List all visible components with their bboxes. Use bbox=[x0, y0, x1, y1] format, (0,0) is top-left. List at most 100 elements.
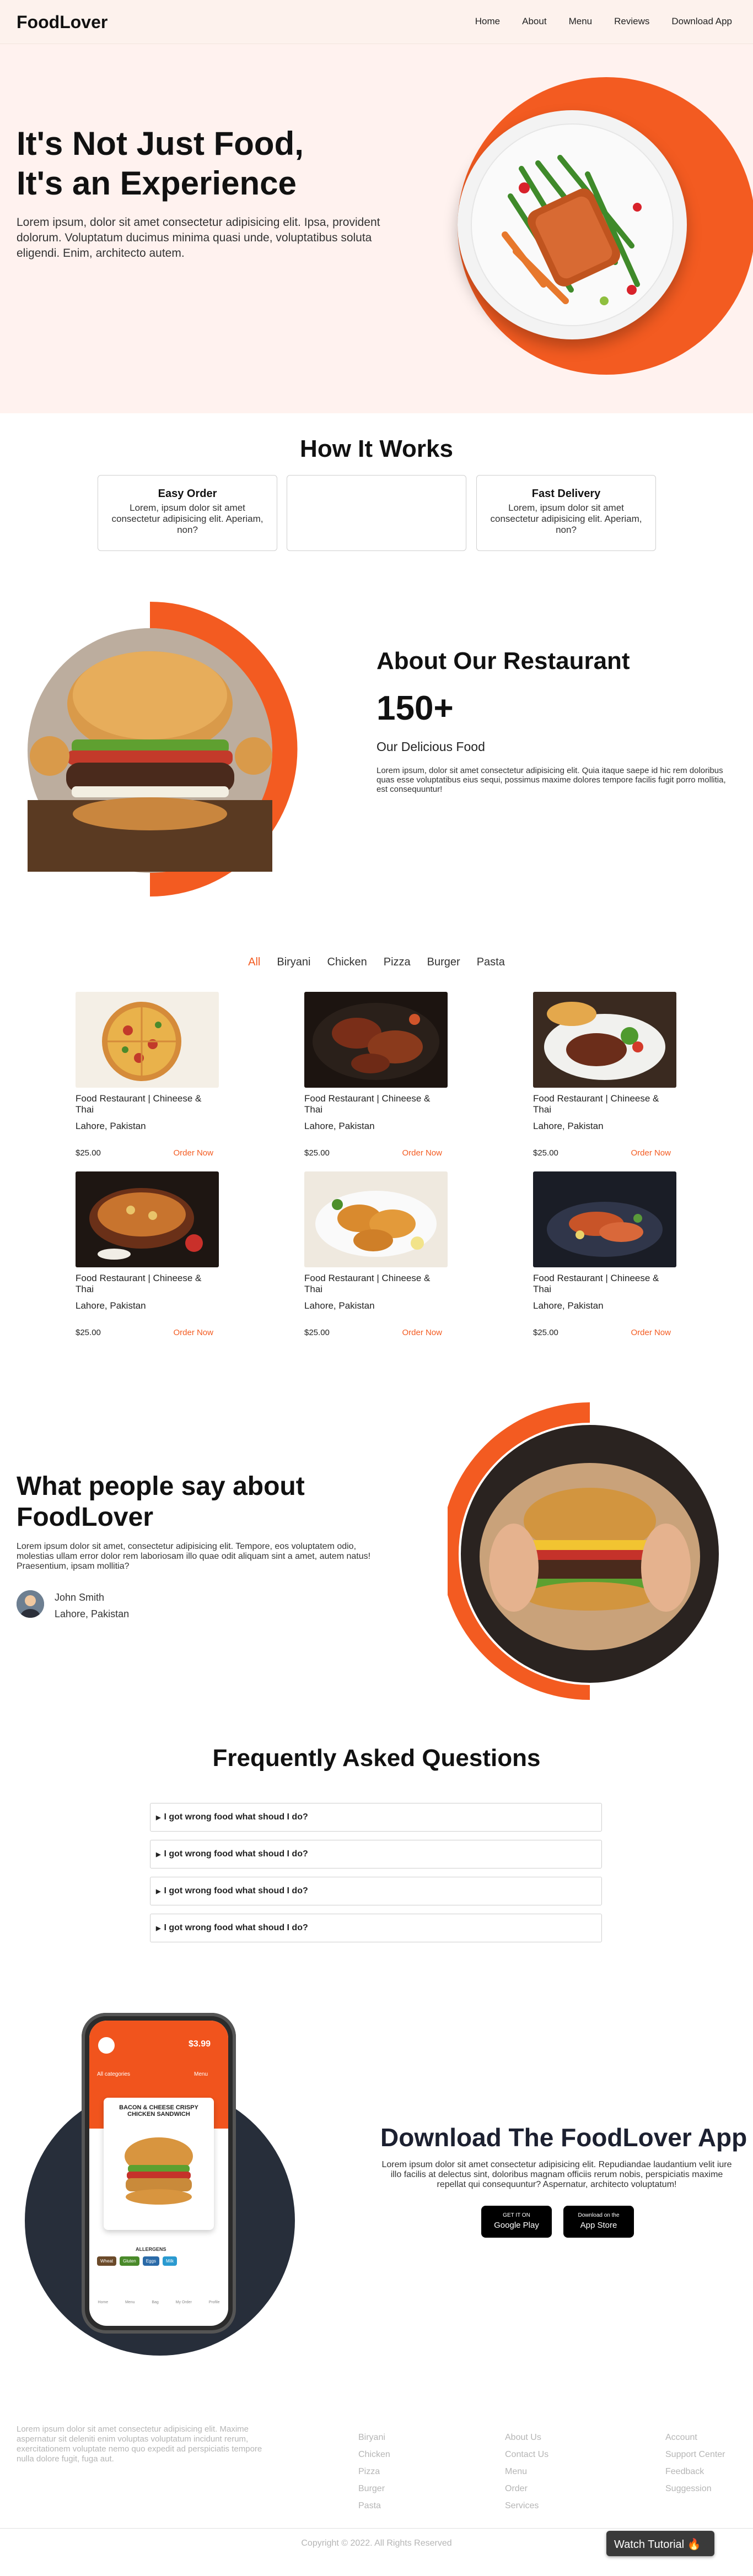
menu-item-price: $25.00 bbox=[76, 1148, 101, 1158]
pizza-image bbox=[76, 992, 219, 1088]
faq-item[interactable]: ▶ I got wrong food what shoud I do? bbox=[150, 1877, 602, 1905]
faq-question: I got wrong food what shoud I do? bbox=[164, 1812, 308, 1822]
footer-link[interactable]: Chicken bbox=[358, 2446, 390, 2463]
how-it-works-title: How It Works bbox=[300, 435, 453, 462]
filter-pasta[interactable]: Pasta bbox=[477, 956, 505, 969]
google-play-button[interactable]: GET IT ON Google Play bbox=[481, 2206, 552, 2238]
download-text: Lorem ipsum dolor sit amet consectetur a… bbox=[381, 2160, 732, 2189]
nav-reviews[interactable]: Reviews bbox=[614, 16, 649, 27]
chip-milk: Milk bbox=[162, 2256, 178, 2266]
menu-item-location: Lahore, Pakistan bbox=[76, 1300, 146, 1311]
phone-promo-line-2: CHICKEN SANDWICH bbox=[127, 2111, 190, 2118]
app-logo-icon bbox=[98, 2037, 115, 2054]
order-now-button[interactable]: Order Now bbox=[402, 1148, 442, 1158]
faq-title: Frequently Asked Questions bbox=[212, 1745, 541, 1772]
menu-filter-bar: All Biryani Chicken Pizza Burger Pasta bbox=[0, 956, 753, 969]
phone-chips: Wheat Gluten Eggs Milk bbox=[97, 2256, 220, 2266]
phone-tab-orders: My Order bbox=[175, 2300, 192, 2304]
site-header: FoodLover Home About Menu Reviews Downlo… bbox=[0, 0, 753, 44]
triangle-right-icon: ▶ bbox=[156, 1814, 161, 1821]
footer-link[interactable]: Suggession bbox=[665, 2480, 725, 2497]
reviewer-location: Lahore, Pakistan bbox=[55, 1608, 130, 1619]
footer-link[interactable]: Services bbox=[505, 2497, 548, 2514]
menu-card[interactable]: Food Restaurant | Chineese & Thai Lahore… bbox=[304, 992, 448, 1158]
how-card-empty bbox=[287, 475, 466, 551]
footer-link[interactable]: Support Center bbox=[665, 2446, 725, 2463]
footer-link[interactable]: About Us bbox=[505, 2429, 548, 2446]
footer-link[interactable]: Order bbox=[505, 2480, 548, 2497]
app-store-button[interactable]: Download on the App Store bbox=[563, 2206, 634, 2238]
nav-home[interactable]: Home bbox=[475, 16, 500, 27]
filter-pizza[interactable]: Pizza bbox=[384, 956, 411, 969]
google-play-label: Google Play bbox=[494, 2221, 539, 2230]
reviewer-name: John Smith bbox=[55, 1592, 105, 1603]
phone-promo-card: BACON & CHEESE CRISPY CHICKEN SANDWICH bbox=[104, 2098, 214, 2230]
faq-item[interactable]: ▶ I got wrong food what shoud I do? bbox=[150, 1914, 602, 1942]
menu-card[interactable]: Food Restaurant | Chineese & Thai Lahore… bbox=[533, 1171, 676, 1337]
hero-salmon-plate-image bbox=[458, 110, 687, 339]
how-card-easy-order: Easy Order Lorem, ipsum dolor sit amet c… bbox=[98, 475, 277, 551]
phone-tab-home: Home bbox=[98, 2300, 109, 2304]
how-card-title: Easy Order bbox=[158, 488, 217, 500]
menu-item-location: Lahore, Pakistan bbox=[533, 1121, 604, 1131]
hero-title-line-1: It's Not Just Food, bbox=[17, 125, 304, 162]
nav-download-app[interactable]: Download App bbox=[671, 16, 732, 27]
filter-burger[interactable]: Burger bbox=[427, 956, 460, 969]
watch-tutorial-button[interactable]: Watch Tutorial 🔥 bbox=[606, 2531, 714, 2556]
menu-card[interactable]: Food Restaurant | Chineese & Thai Lahore… bbox=[76, 1171, 219, 1337]
order-now-button[interactable]: Order Now bbox=[631, 1148, 671, 1158]
footer-link[interactable]: Biryani bbox=[358, 2429, 390, 2446]
how-card-text: Lorem, ipsum dolor sit amet consectetur … bbox=[490, 503, 642, 535]
hero-button[interactable] bbox=[17, 280, 99, 307]
order-now-button[interactable]: Order Now bbox=[173, 1328, 213, 1337]
order-now-button[interactable]: Order Now bbox=[402, 1328, 442, 1337]
footer-link[interactable]: Contact Us bbox=[505, 2446, 548, 2463]
footer-link[interactable]: Pizza bbox=[358, 2463, 390, 2480]
how-card-text: Lorem, ipsum dolor sit amet consectetur … bbox=[111, 503, 263, 535]
menu-item-name: Food Restaurant | Chineese & Thai bbox=[304, 1093, 431, 1115]
filter-all[interactable]: All bbox=[248, 956, 260, 969]
hero-section: It's Not Just Food, It's an Experience L… bbox=[0, 44, 753, 413]
menu-item-location: Lahore, Pakistan bbox=[533, 1300, 604, 1311]
site-logo[interactable]: FoodLover bbox=[17, 12, 107, 33]
hero-title-line-2: It's an Experience bbox=[17, 165, 297, 202]
menu-item-price: $25.00 bbox=[304, 1148, 330, 1158]
faq-item[interactable]: ▶ I got wrong food what shoud I do? bbox=[150, 1803, 602, 1832]
footer-link[interactable]: Pasta bbox=[358, 2497, 390, 2514]
footer-link[interactable]: Menu bbox=[505, 2463, 548, 2480]
biryani-image bbox=[76, 1171, 219, 1267]
nav-about[interactable]: About bbox=[522, 16, 546, 27]
phone-promo-line-1: BACON & CHEESE CRISPY bbox=[119, 2104, 198, 2111]
footer-col-support: Account Support Center Feedback Suggessi… bbox=[665, 2429, 725, 2497]
phone-menu: Menu bbox=[194, 2071, 208, 2077]
menu-item-name: Food Restaurant | Chineese & Thai bbox=[304, 1273, 431, 1294]
menu-item-price: $25.00 bbox=[533, 1328, 558, 1337]
fried-chicken-image bbox=[304, 1171, 448, 1267]
footer-link[interactable]: Account bbox=[665, 2429, 725, 2446]
menu-card[interactable]: Food Restaurant | Chineese & Thai Lahore… bbox=[304, 1171, 448, 1337]
hero-title: It's Not Just Food, It's an Experience bbox=[17, 124, 402, 203]
phone-tab-bag: Bag bbox=[152, 2300, 159, 2304]
filter-biryani[interactable]: Biryani bbox=[277, 956, 310, 969]
google-play-small-label: GET IT ON bbox=[503, 2212, 530, 2218]
menu-card[interactable]: Food Restaurant | Chineese & Thai Lahore… bbox=[533, 992, 676, 1158]
order-now-button[interactable]: Order Now bbox=[631, 1328, 671, 1337]
triangle-right-icon: ▶ bbox=[156, 1925, 161, 1932]
order-now-button[interactable]: Order Now bbox=[173, 1148, 213, 1158]
footer-text: Lorem ipsum dolor sit amet consectetur a… bbox=[17, 2424, 262, 2464]
menu-card[interactable]: Food Restaurant | Chineese & Thai Lahore… bbox=[76, 992, 219, 1158]
menu-item-price: $25.00 bbox=[76, 1328, 101, 1337]
menu-item-location: Lahore, Pakistan bbox=[76, 1121, 146, 1131]
footer-link[interactable]: Burger bbox=[358, 2480, 390, 2497]
faq-question: I got wrong food what shoud I do? bbox=[164, 1886, 308, 1895]
menu-item-name: Food Restaurant | Chineese & Thai bbox=[76, 1093, 202, 1115]
footer-link[interactable]: Feedback bbox=[665, 2463, 725, 2480]
phone-categories: All categories bbox=[97, 2071, 131, 2077]
chip-eggs: Eggs bbox=[142, 2256, 159, 2266]
nav-menu[interactable]: Menu bbox=[569, 16, 593, 27]
filter-chicken[interactable]: Chicken bbox=[327, 956, 367, 969]
faq-item[interactable]: ▶ I got wrong food what shoud I do? bbox=[150, 1840, 602, 1868]
menu-item-price: $25.00 bbox=[304, 1328, 330, 1337]
how-card-fast-delivery: Fast Delivery Lorem, ipsum dolor sit ame… bbox=[476, 475, 656, 551]
main-nav: Home About Menu Reviews Download App bbox=[475, 16, 732, 27]
